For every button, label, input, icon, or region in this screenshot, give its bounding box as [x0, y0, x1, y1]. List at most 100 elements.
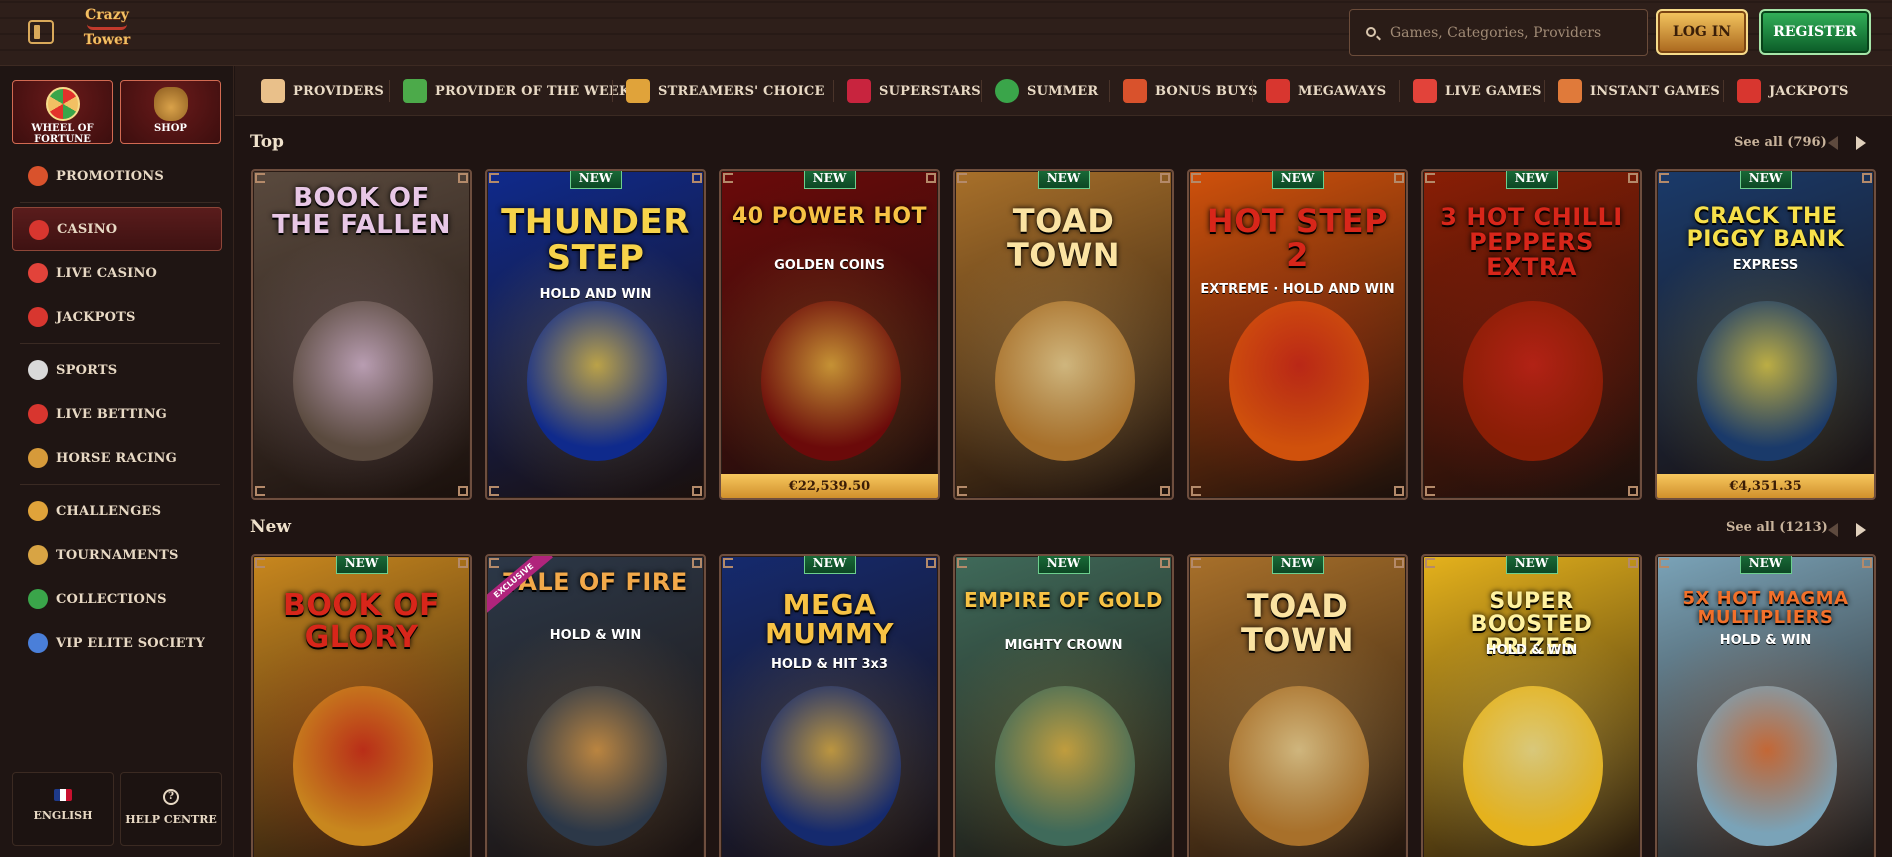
see-all-link[interactable]: See all (796) — [1734, 135, 1827, 150]
sidebar-item-label: TOURNAMENTS — [56, 547, 179, 563]
search-input[interactable] — [1390, 18, 1640, 48]
category-label: STREAMERS' CHOICE — [658, 83, 825, 99]
game-card[interactable]: 3 HOT CHILLI PEPPERS EXTRA NEW — [1421, 169, 1642, 500]
category-superstars[interactable]: SUPERSTARS — [847, 66, 981, 116]
login-button[interactable]: LOG IN — [1656, 9, 1748, 55]
register-button[interactable]: REGISTER — [1759, 9, 1871, 55]
card-corner-ornament — [458, 173, 468, 183]
game-card[interactable]: TOAD TOWN NEW — [1187, 554, 1408, 857]
carousel-next-icon[interactable] — [1856, 136, 1866, 150]
shop-label: SHOP — [154, 123, 187, 134]
carousel-prev-icon[interactable] — [1828, 523, 1838, 537]
game-title: CRACK THE PIGGY BANK — [1686, 204, 1845, 253]
category-jackpots[interactable]: JACKPOTS — [1737, 66, 1849, 116]
seven-icon — [28, 307, 48, 327]
sidebar-item-tournaments[interactable]: TOURNAMENTS — [12, 533, 222, 577]
game-subtitle: MIGHTY CROWN — [1004, 638, 1123, 653]
carousel-prev-icon[interactable] — [1828, 136, 1838, 150]
game-card[interactable]: MEGA MUMMY HOLD & HIT 3x3 NEW — [719, 554, 940, 857]
sidebar-item-label: CASINO — [57, 221, 118, 237]
card-corner-ornament — [1160, 558, 1170, 568]
language-button[interactable]: ENGLISH — [12, 772, 114, 846]
sidebar-toggle-icon[interactable] — [28, 20, 54, 44]
game-card[interactable]: SUPER BOOSTED PRIZES HOLD & WIN NEW — [1421, 554, 1642, 857]
game-art-figure — [995, 686, 1135, 846]
search-box[interactable] — [1349, 9, 1648, 56]
category-label: SUPERSTARS — [879, 83, 981, 99]
card-corner-ornament — [1425, 558, 1435, 568]
game-card[interactable]: HOT STEP 2 EXTREME · HOLD AND WIN NEW — [1187, 169, 1408, 500]
card-corner-ornament — [1628, 173, 1638, 183]
game-subtitle: HOLD & WIN — [549, 628, 642, 643]
sidebar-item-sports[interactable]: SPORTS — [12, 348, 222, 392]
carousel-next-icon[interactable] — [1856, 523, 1866, 537]
game-card[interactable]: 5X HOT MAGMA MULTIPLIERS HOLD & WIN NEW — [1655, 554, 1876, 857]
category-label: PROVIDERS — [293, 83, 385, 99]
game-subtitle: EXPRESS — [1732, 258, 1799, 273]
game-card[interactable]: BOOK OF THE FALLEN — [251, 169, 472, 500]
roulette-chip-icon — [28, 263, 48, 283]
game-card[interactable]: THUNDER STEP HOLD AND WIN NEW — [485, 169, 706, 500]
category-provider-of-the-week[interactable]: PROVIDER OF THE WEEK — [403, 66, 631, 116]
category-bonus-buys[interactable]: BONUS BUYS — [1123, 66, 1258, 116]
sidebar-item-label: PROMOTIONS — [56, 168, 164, 184]
game-title: EMPIRE OF GOLD — [963, 588, 1164, 612]
game-art-figure — [1229, 301, 1369, 461]
game-card[interactable]: TALE OF FIRE HOLD & WIN EXCLUSIVE — [485, 554, 706, 857]
new-badge: NEW — [1505, 171, 1558, 189]
jackpot-amount: €22,539.50 — [721, 474, 938, 498]
sidebar-item-label: VIP ELITE SOCIETY — [56, 635, 206, 651]
category-divider — [1723, 80, 1724, 102]
sidebar-item-live-casino[interactable]: LIVE CASINO — [12, 251, 222, 295]
search-icon — [1366, 27, 1376, 37]
game-art-figure — [1463, 686, 1603, 846]
game-title: TOAD TOWN — [1240, 587, 1355, 659]
game-art-figure — [527, 686, 667, 846]
category-divider — [612, 80, 613, 102]
game-card[interactable]: CRACK THE PIGGY BANK EXPRESS NEW €4,351.35 — [1655, 169, 1876, 500]
sidebar-item-vip-elite-society[interactable]: VIP ELITE SOCIETY — [12, 621, 222, 665]
gift-icon — [28, 166, 48, 186]
sidebar-divider — [20, 343, 220, 344]
sidebar-item-casino[interactable]: CASINO — [12, 207, 222, 251]
crazy-tower-logo[interactable]: Crazy Tower — [80, 6, 134, 58]
game-title: BOOK OF GLORY — [282, 588, 441, 655]
category-megaways[interactable]: MEGAWAYS — [1266, 66, 1386, 116]
card-corner-ornament — [957, 558, 967, 568]
uk-flag-icon — [54, 789, 72, 801]
help-centre-button[interactable]: ? HELP CENTRE — [120, 772, 222, 846]
sidebar-item-promotions[interactable]: PROMOTIONS — [12, 154, 222, 198]
game-title: 3 HOT CHILLI PEPPERS EXTRA — [1440, 203, 1623, 282]
category-summer[interactable]: SUMMER — [995, 66, 1098, 116]
wheel-of-fortune-button[interactable]: WHEEL OF FORTUNE — [12, 80, 113, 145]
logo-text-line1: Crazy — [85, 7, 129, 23]
game-card[interactable]: BOOK OF GLORY NEW — [251, 554, 472, 857]
section-title-top: Top — [250, 132, 284, 152]
card-corner-ornament — [1862, 173, 1872, 183]
card-corner-ornament — [1659, 558, 1669, 568]
new-badge: NEW — [1037, 556, 1090, 574]
category-live-games[interactable]: LIVE GAMES — [1413, 66, 1542, 116]
logo-text-line2: Tower — [83, 32, 131, 48]
sidebar-item-label: LIVE BETTING — [56, 406, 167, 422]
sidebar-item-jackpots[interactable]: JACKPOTS — [12, 295, 222, 339]
game-card[interactable]: TOAD TOWN NEW — [953, 169, 1174, 500]
sidebar-item-collections[interactable]: COLLECTIONS — [12, 577, 222, 621]
shop-button[interactable]: SHOP — [120, 80, 221, 144]
diamond-icon — [28, 633, 48, 653]
card-corner-ornament — [1628, 486, 1638, 496]
card-icon — [403, 79, 427, 103]
see-all-link[interactable]: See all (1213) — [1726, 520, 1828, 535]
category-providers[interactable]: PROVIDERS — [261, 66, 384, 116]
game-card[interactable]: 40 POWER HOT GOLDEN COINS NEW €22,539.50 — [719, 169, 940, 500]
category-streamers-choice[interactable]: STREAMERS' CHOICE — [626, 66, 825, 116]
category-instant-games[interactable]: INSTANT GAMES — [1558, 66, 1720, 116]
game-card[interactable]: EMPIRE OF GOLD MIGHTY CROWN NEW — [953, 554, 1174, 857]
card-corner-ornament — [1191, 558, 1201, 568]
sidebar-item-challenges[interactable]: CHALLENGES — [12, 489, 222, 533]
game-art-figure — [761, 686, 901, 846]
new-badge: NEW — [803, 556, 856, 574]
game-art-figure — [1229, 686, 1369, 846]
sidebar-item-horse-racing[interactable]: HORSE RACING — [12, 436, 222, 480]
sidebar-item-live-betting[interactable]: LIVE BETTING — [12, 392, 222, 436]
